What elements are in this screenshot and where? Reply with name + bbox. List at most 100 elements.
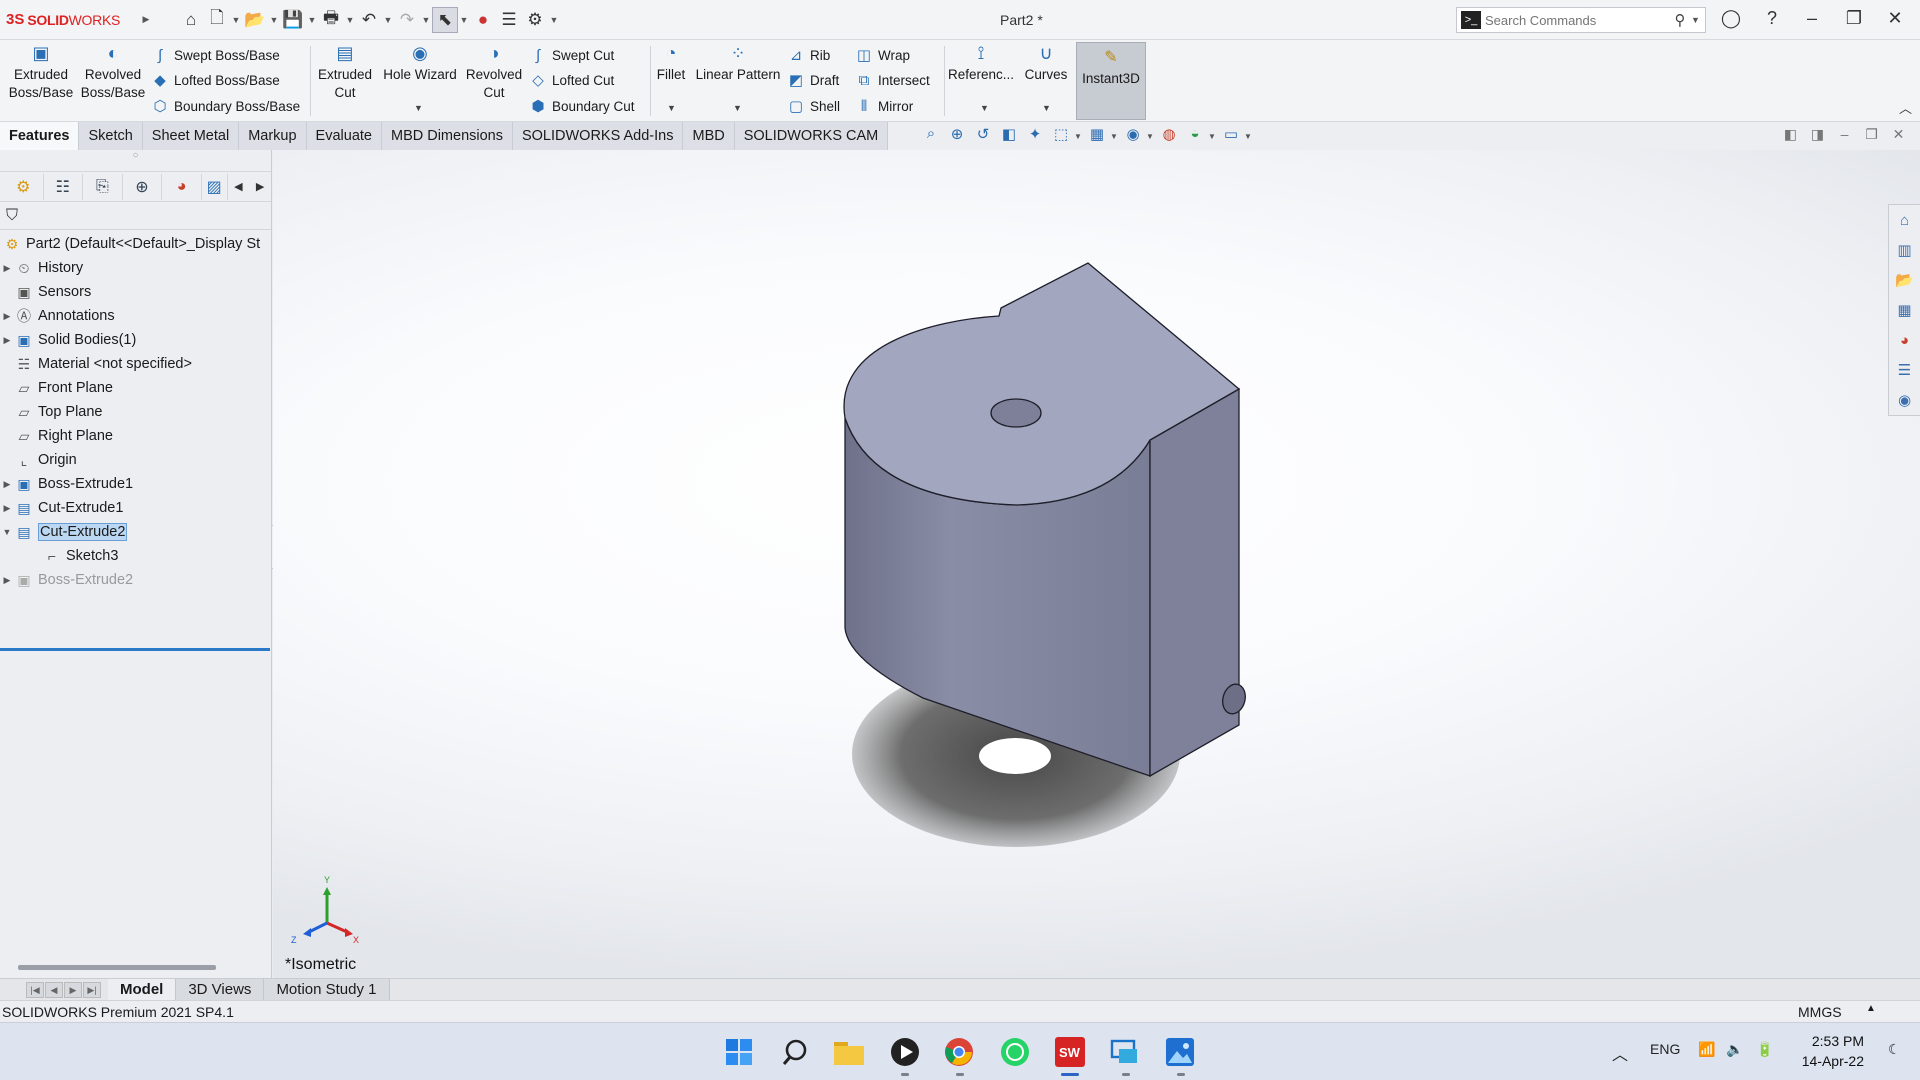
tree-item-material[interactable]: ☵ Material <not specified> <box>0 352 271 376</box>
tree-item-front-plane[interactable]: ▱ Front Plane <box>0 376 271 400</box>
open-dropdown-icon[interactable]: ▼ <box>268 15 280 25</box>
media-player-taskbar-icon[interactable] <box>886 1033 924 1071</box>
boundary-boss-button[interactable]: ⬡ Boundary Boss/Base <box>150 95 300 117</box>
tab-solidworks-addins[interactable]: SOLIDWORKS Add-Ins <box>512 122 684 150</box>
design-library-icon[interactable]: ▥ <box>1889 235 1920 265</box>
scene-dropdown-icon[interactable]: ▼ <box>1208 132 1218 141</box>
tab-solidworks-cam[interactable]: SOLIDWORKS CAM <box>734 122 889 150</box>
rebuild-traffic-light-icon[interactable]: ● <box>470 7 496 33</box>
wifi-icon[interactable]: 📶 <box>1698 1041 1715 1058</box>
next-tab-icon[interactable]: ▶ <box>64 981 82 998</box>
curves-dropdown-icon[interactable]: ▼ <box>1042 103 1051 113</box>
tree-item-boss-extrude2[interactable]: ▶ ▣ Boss-Extrude2 <box>0 568 271 592</box>
user-account-icon[interactable]: ◯ <box>1716 8 1746 29</box>
appearances-icon[interactable]: ◕ <box>1889 325 1920 355</box>
view-orientation-dropdown-icon[interactable]: ▼ <box>1074 132 1084 141</box>
solidworks-logo[interactable]: 3S SOLIDWORKS <box>0 0 140 40</box>
select-pointer-icon[interactable]: ⬉ <box>432 6 458 33</box>
undo-icon[interactable]: ↶ <box>356 7 382 33</box>
zoom-to-area-icon[interactable]: ⊕ <box>944 125 970 147</box>
display-manager-tab-icon[interactable]: ◕ <box>162 173 202 200</box>
swept-boss-button[interactable]: ∫ Swept Boss/Base <box>150 44 280 66</box>
draft-button[interactable]: ◩ Draft <box>786 69 839 91</box>
tree-item-top-plane[interactable]: ▱ Top Plane <box>0 400 271 424</box>
cam-manager-tab-icon[interactable]: ▨ <box>202 173 228 200</box>
first-tab-icon[interactable]: |◀ <box>26 981 44 998</box>
system-clock[interactable]: 2:53 PM 14-Apr-22 <box>1796 1031 1864 1071</box>
instant3d-button[interactable]: ✎ Instant3D <box>1076 42 1146 120</box>
tab-motion-study-1[interactable]: Motion Study 1 <box>264 978 390 1001</box>
options-dropdown-icon[interactable]: ▼ <box>548 15 560 25</box>
shell-button[interactable]: ▢ Shell <box>786 95 840 117</box>
filter-icon[interactable]: ⛉ <box>0 202 271 230</box>
tree-item-boss-extrude1[interactable]: ▶ ▣ Boss-Extrude1 <box>0 472 271 496</box>
hide-show-dropdown-icon[interactable]: ▼ <box>1146 132 1156 141</box>
tab-mbd-dimensions[interactable]: MBD Dimensions <box>381 122 513 150</box>
new-document-icon[interactable]: 🗋 <box>204 7 230 33</box>
tree-item-cut-extrude1[interactable]: ▶ ▤ Cut-Extrude1 <box>0 496 271 520</box>
redo-icon[interactable]: ↷ <box>394 7 420 33</box>
rib-button[interactable]: ⊿ Rib <box>786 44 831 66</box>
tree-item-right-plane[interactable]: ▱ Right Plane <box>0 424 271 448</box>
hole-wizard-button[interactable]: ◉ Hole Wizard <box>380 44 460 84</box>
view-orientation-icon[interactable]: ⬚ <box>1048 125 1074 147</box>
lofted-boss-button[interactable]: ◆ Lofted Boss/Base <box>150 69 280 91</box>
part-model[interactable] <box>273 150 1920 978</box>
display-style-dropdown-icon[interactable]: ▼ <box>1110 132 1120 141</box>
feature-manager-tab-icon[interactable]: ⚙ <box>4 173 44 200</box>
mirror-button[interactable]: ⫴ Mirror <box>854 95 913 117</box>
expand-arrow-icon[interactable]: ▶ <box>0 503 14 514</box>
tile-right-icon[interactable]: ◨ <box>1804 126 1831 143</box>
search-commands-box[interactable]: >_ ⚲ ▼ <box>1456 7 1706 33</box>
expand-arrow-icon[interactable]: ▶ <box>0 479 14 490</box>
search-commands-input[interactable] <box>1485 12 1669 28</box>
tile-left-icon[interactable]: ◧ <box>1777 126 1804 143</box>
hole-wizard-dropdown-icon[interactable]: ▼ <box>414 103 423 113</box>
linear-pattern-button[interactable]: ⁘ Linear Pattern <box>692 44 784 84</box>
fillet-button[interactable]: ◔ Fillet <box>652 44 690 84</box>
revolved-boss-button[interactable]: ◐ Revolved Boss/Base <box>78 44 148 102</box>
language-indicator[interactable]: ENG <box>1650 1041 1680 1057</box>
revolved-cut-button[interactable]: ◑ Revolved Cut <box>462 44 526 102</box>
chrome-taskbar-icon[interactable] <box>940 1033 978 1071</box>
reference-geometry-button[interactable]: ⟟ Referenc... <box>948 44 1014 84</box>
units-dropdown-icon[interactable]: ▲ <box>1866 1003 1876 1014</box>
restore-window-icon[interactable]: ❐ <box>1839 8 1869 29</box>
horizontal-scrollbar[interactable] <box>18 965 216 970</box>
tree-item-origin[interactable]: ⌞ Origin <box>0 448 271 472</box>
boundary-cut-button[interactable]: ⬢ Boundary Cut <box>528 95 634 117</box>
save-icon[interactable]: 💾 <box>280 7 306 33</box>
viewport-close-icon[interactable]: ✕ <box>1885 126 1912 143</box>
battery-icon[interactable]: 🔋 <box>1756 1041 1773 1058</box>
select-dropdown-icon[interactable]: ▼ <box>458 15 470 25</box>
display-style-icon[interactable]: ▦ <box>1084 125 1110 147</box>
tab-features[interactable]: Features <box>0 122 80 150</box>
tab-sheet-metal[interactable]: Sheet Metal <box>142 122 240 150</box>
focus-assist-moon-icon[interactable]: ☾ <box>1888 1041 1901 1058</box>
tree-item-sensors[interactable]: ▣ Sensors <box>0 280 271 304</box>
tab-evaluate[interactable]: Evaluate <box>306 122 382 150</box>
undo-dropdown-icon[interactable]: ▼ <box>382 15 394 25</box>
tree-item-history[interactable]: ▶ ⏲ History <box>0 256 271 280</box>
fillet-dropdown-icon[interactable]: ▼ <box>667 103 676 113</box>
view-settings-icon[interactable]: ▭ <box>1218 125 1244 147</box>
dimxpert-manager-tab-icon[interactable]: ⊕ <box>123 173 163 200</box>
tabs-scroll-left-icon[interactable]: ◀ <box>228 180 250 193</box>
windows-start-icon[interactable] <box>720 1033 758 1071</box>
close-icon[interactable]: ✕ <box>1880 8 1910 29</box>
save-dropdown-icon[interactable]: ▼ <box>306 15 318 25</box>
view-settings-dropdown-icon[interactable]: ▼ <box>1244 132 1254 141</box>
apply-scene-icon[interactable]: ◒ <box>1182 125 1208 147</box>
search-icon[interactable]: ⚲ <box>1669 11 1691 29</box>
solidworks-taskbar-icon[interactable]: SW <box>1051 1033 1089 1071</box>
volume-icon[interactable]: 🔈 <box>1726 1041 1743 1058</box>
rollback-bar[interactable] <box>0 648 270 651</box>
whatsapp-taskbar-icon[interactable] <box>996 1033 1034 1071</box>
panel-grip-handle[interactable]: ○ <box>0 150 271 172</box>
expand-arrow-icon[interactable]: ▶ <box>0 575 14 586</box>
property-manager-tab-icon[interactable]: ☷ <box>44 173 84 200</box>
edit-appearance-icon[interactable]: ◍ <box>1156 125 1182 147</box>
file-explorer-icon[interactable]: 📂 <box>1889 265 1920 295</box>
tab-model[interactable]: Model <box>108 978 177 1001</box>
tree-item-annotations[interactable]: ▶ Ⓐ Annotations <box>0 304 271 328</box>
